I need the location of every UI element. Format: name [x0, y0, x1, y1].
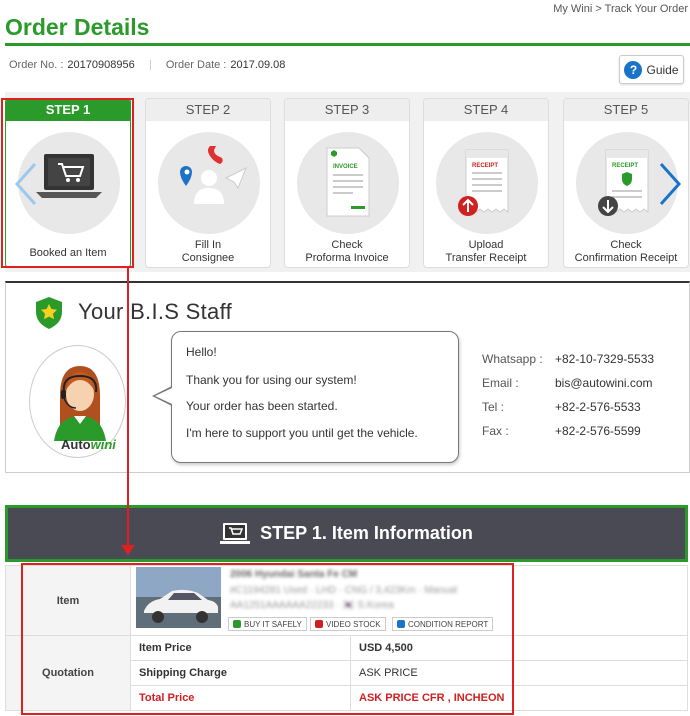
- svg-text:RECEIPT: RECEIPT: [612, 163, 638, 169]
- order-date-label: Order Date :: [165, 59, 227, 71]
- svg-text:INVOICE: INVOICE: [333, 164, 358, 170]
- contact-email[interactable]: Email : bis@autowini.com: [482, 376, 653, 390]
- table-highlight: [21, 563, 514, 715]
- message-line: Thank you for using our system!: [186, 373, 357, 387]
- staff-title: Your B.I.S Staff: [78, 299, 233, 324]
- invoice-icon: INVOICE: [326, 147, 370, 217]
- step-label: Upload Transfer Receipt: [445, 239, 527, 264]
- shield-star-icon: [36, 297, 62, 329]
- step-card-3[interactable]: STEP 3 INVOICE Check Proforma Invoice: [284, 98, 410, 268]
- meta-separator: [149, 60, 151, 71]
- title-divider: [5, 43, 690, 46]
- step-label: Fill In Consignee: [181, 239, 235, 264]
- step-section-banner: STEP 1. Item Information: [5, 505, 688, 562]
- message-line: Hello!: [186, 345, 217, 359]
- consignee-icon: [180, 146, 247, 204]
- step-card-2[interactable]: STEP 2 Fill In Consignee: [145, 98, 271, 268]
- laptop-cart-icon: [220, 522, 251, 544]
- order-no-value: 20170908956: [67, 59, 135, 71]
- step-label: Check Confirmation Receipt: [574, 239, 678, 264]
- banner-title: STEP 1. Item Information: [260, 523, 473, 543]
- annotation-arrow-line: [127, 268, 129, 547]
- step-head: STEP 3: [285, 99, 409, 121]
- page-title: Order Details: [5, 14, 150, 40]
- chevron-right-icon[interactable]: [655, 160, 685, 208]
- step-head: STEP 5: [564, 99, 688, 121]
- order-meta: Order No. :20170908956 Order Date :2017.…: [9, 59, 285, 71]
- svg-text:RECEIPT: RECEIPT: [472, 163, 498, 169]
- message-line: I'm here to support you until get the ve…: [186, 426, 418, 440]
- step1-highlight: [1, 98, 134, 268]
- avatar-brand: Autowini: [61, 437, 116, 452]
- bubble-tail-inner: [155, 388, 172, 404]
- order-date-value: 2017.09.08: [230, 59, 286, 71]
- contact-tel: Tel : +82-2-576-5533: [482, 400, 641, 414]
- step-card-4[interactable]: STEP 4 RECEIPT Upload Transfer Receipt: [423, 98, 549, 268]
- guide-button-label: Guide: [646, 62, 679, 77]
- order-no-label: Order No. :: [9, 59, 64, 71]
- guide-button[interactable]: ? Guide: [619, 55, 684, 84]
- annotation-arrow-head: [121, 545, 135, 555]
- contact-whatsapp: Whatsapp : +82-10-7329-5533: [482, 352, 655, 366]
- upload-receipt-icon: RECEIPT: [458, 149, 509, 216]
- step-label: Check Proforma Invoice: [305, 239, 389, 264]
- message-line: Your order has been started.: [186, 399, 338, 413]
- step-head: STEP 2: [146, 99, 270, 121]
- contact-fax: Fax : +82-2-576-5599: [482, 424, 641, 438]
- step-head: STEP 4: [424, 99, 548, 121]
- breadcrumb[interactable]: My Wini > Track Your Order: [553, 3, 688, 15]
- question-icon: ?: [624, 60, 643, 79]
